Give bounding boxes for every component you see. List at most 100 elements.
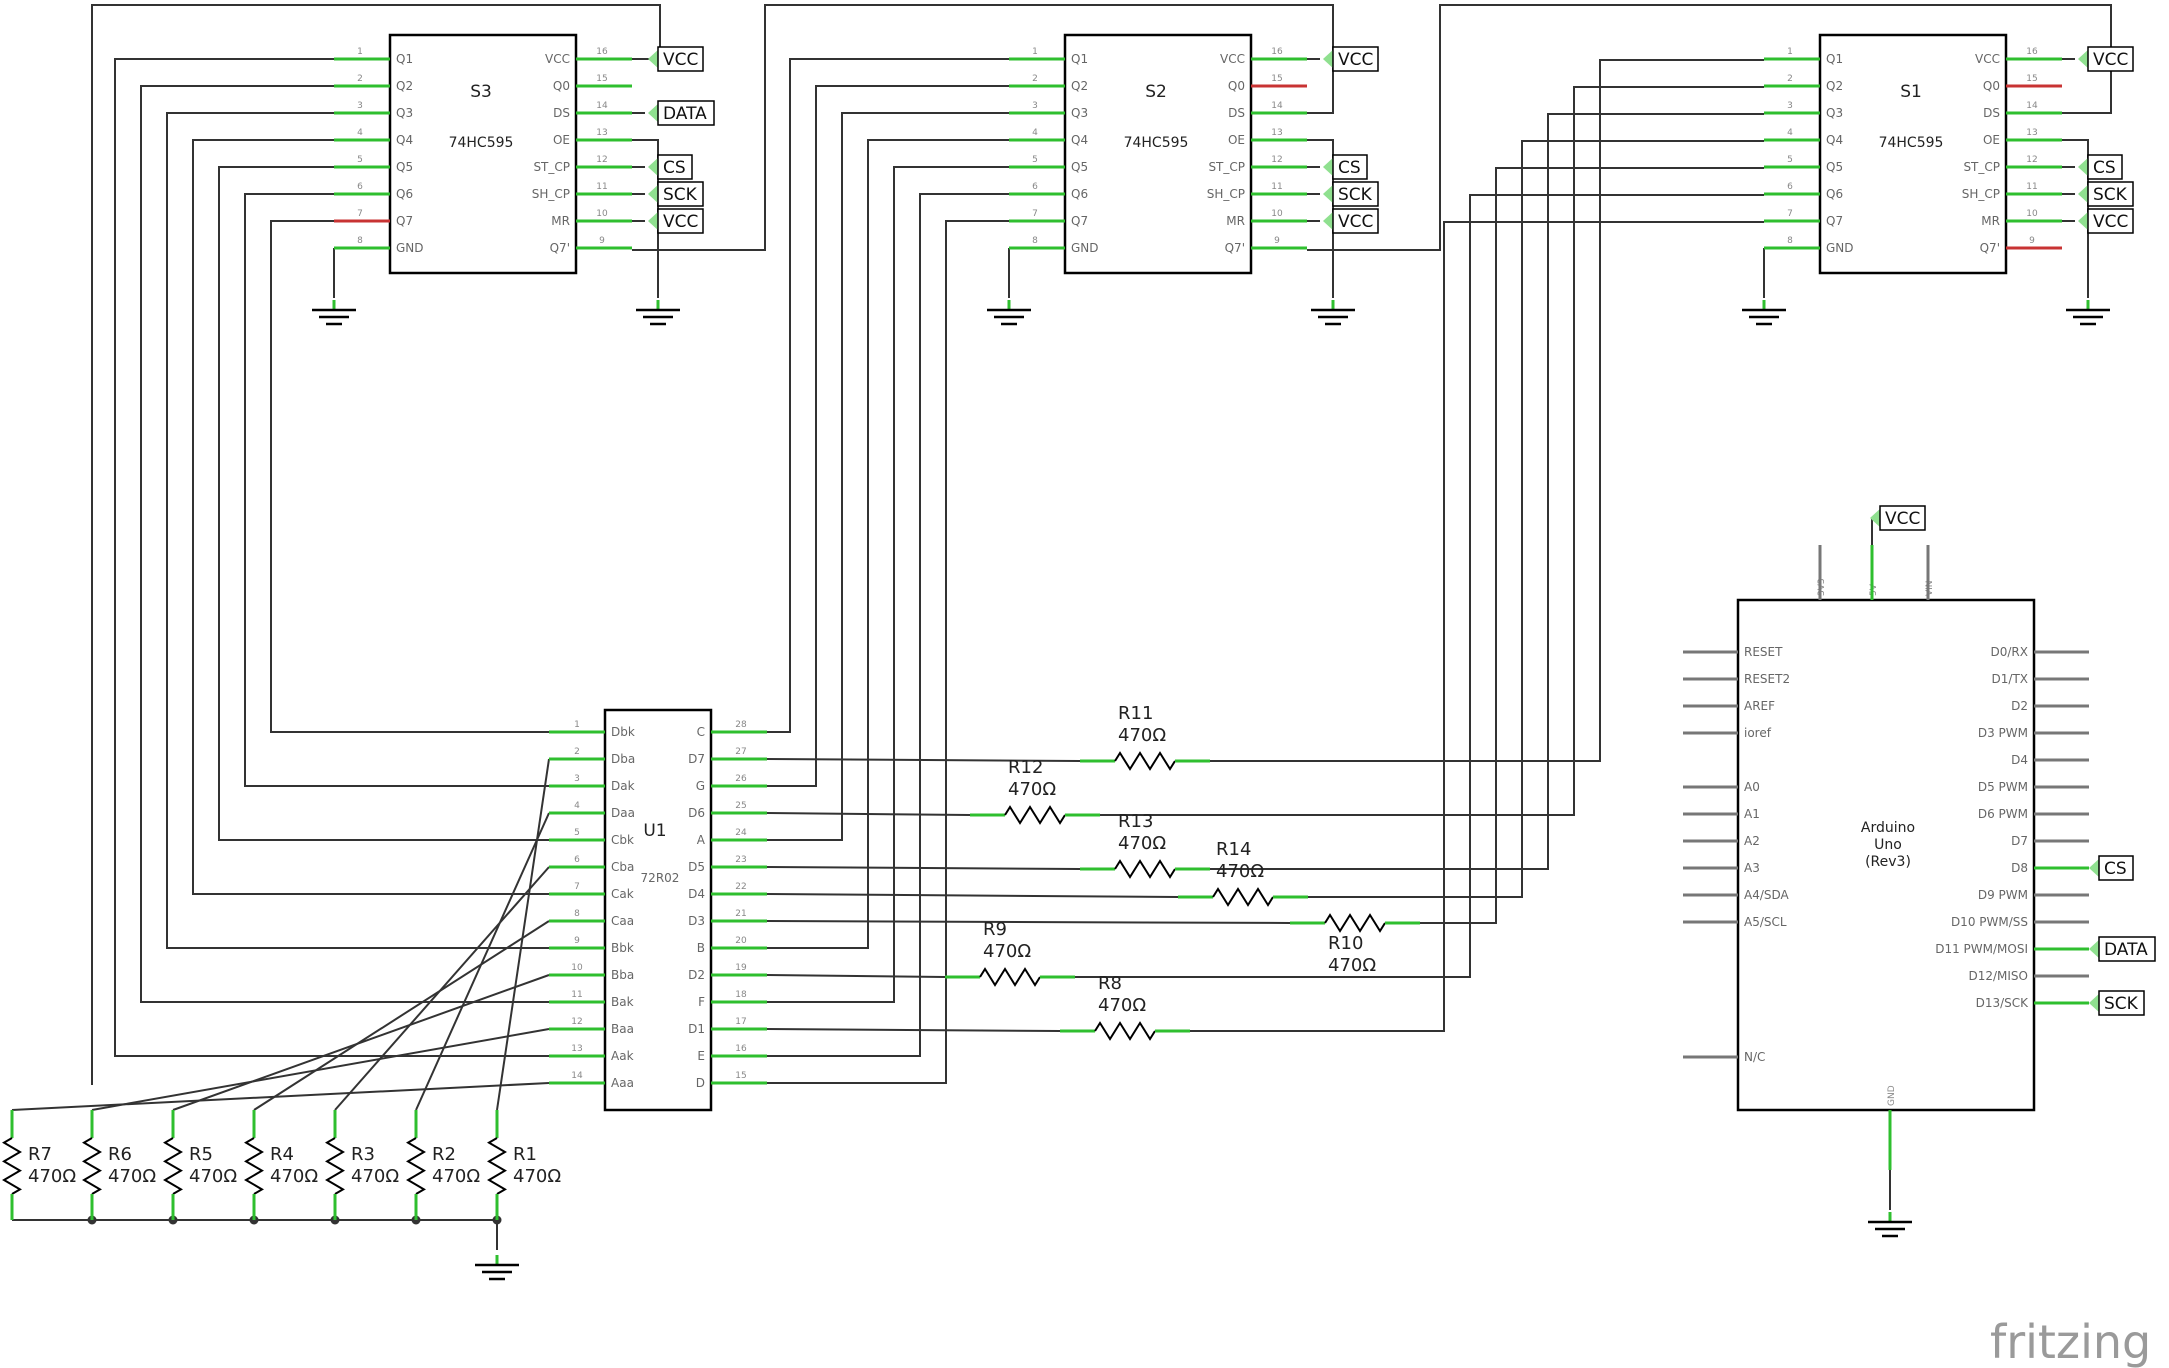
resistor-ref: R1: [513, 1144, 537, 1165]
pin-label: B: [697, 941, 705, 955]
chip-body: [388, 33, 578, 275]
pin-label: GND: [396, 241, 424, 255]
pin-number: 19: [735, 963, 747, 973]
pin-number: 16: [1271, 47, 1283, 57]
pin-number: 15: [735, 1071, 746, 1081]
pin-label: Dba: [611, 752, 635, 766]
net-label-text: DATA: [663, 104, 707, 124]
ground-symbol: [987, 300, 1031, 326]
pin-label: GND: [1887, 1085, 1897, 1106]
wire-digit-to-s1: [1210, 59, 1764, 762]
pin-number: 7: [357, 209, 363, 219]
pin-number: 16: [2026, 47, 2038, 57]
pin-number: 28: [735, 720, 747, 730]
net-label-cs: CS: [1323, 154, 1368, 180]
net-label-vcc: VCC: [1323, 208, 1379, 234]
chip-model: 74HC595: [1879, 135, 1944, 151]
pin-number: 4: [1787, 128, 1793, 138]
pin-label: D6 PWM: [1978, 807, 2028, 821]
pin-label: D8: [2011, 861, 2028, 875]
wire-s3-to-display: [244, 193, 549, 787]
pin-label: D7: [688, 752, 705, 766]
wire-digit-to-s1: [1420, 167, 1764, 924]
pin-label: Q3: [1826, 106, 1843, 120]
pin-label: Aaa: [611, 1076, 634, 1090]
chip-ref: U1: [643, 821, 666, 841]
pin-label: RESET: [1744, 645, 1783, 659]
resistor-value: 470Ω: [1098, 995, 1146, 1016]
resistor-ref: R4: [270, 1144, 294, 1165]
net-label-vcc: VCC: [1323, 46, 1379, 72]
wire-segment: [767, 166, 1009, 1003]
pin-number: 13: [2026, 128, 2037, 138]
pin-label: Q6: [1071, 187, 1088, 201]
pin-label: ioref: [1744, 726, 1772, 740]
pin-label: MR: [1981, 214, 2000, 228]
chip-ref: S1: [1900, 82, 1922, 102]
resistor-value: 470Ω: [108, 1166, 156, 1187]
net-label-text: VCC: [1338, 212, 1373, 232]
pin-number: 2: [1032, 74, 1038, 84]
net-label-text: SCK: [1338, 185, 1373, 205]
resistor-r4: R4470Ω: [249, 1144, 318, 1225]
pin-number: 9: [1274, 236, 1280, 246]
pin-label: D5: [688, 860, 705, 874]
net-label-vcc: VCC: [2078, 46, 2134, 72]
pin-label: Bba: [611, 968, 634, 982]
pin-label: SH_CP: [1207, 187, 1245, 201]
pin-label: Q1: [1071, 52, 1088, 66]
pin-label: Cba: [611, 860, 634, 874]
pin-label: A1: [1744, 807, 1760, 821]
net-label-text: SCK: [663, 185, 698, 205]
pin-number: 3: [574, 774, 580, 784]
pin-number: 3: [357, 101, 363, 111]
resistor-ref: R14: [1216, 839, 1251, 860]
pin-label: SH_CP: [1962, 187, 2000, 201]
resistor-value: 470Ω: [351, 1166, 399, 1187]
resistor-r2: R2470Ω: [411, 1144, 480, 1225]
shift-register-s3: S3 74HC595 1 Q1 2 Q2 3 Q3 4 Q4 5 Q5 6 Q6 7 Q7 8 GND 16 VCC 1…: [357, 33, 608, 275]
resistor-r6: R6470Ω: [87, 1144, 156, 1225]
resistor-ref: R3: [351, 1144, 375, 1165]
pin-number: 16: [735, 1044, 747, 1054]
pin-label: Q3: [396, 106, 413, 120]
wire-digit: [766, 974, 946, 978]
pin-number: 4: [357, 128, 363, 138]
pin-label: F: [698, 995, 705, 1009]
net-label-text: VCC: [2093, 212, 2128, 232]
pin-number: 15: [596, 74, 607, 84]
net-label-text: VCC: [663, 50, 698, 70]
pin-number: 10: [596, 209, 608, 219]
resistor-body: [1324, 913, 1386, 933]
pin-number: 6: [1032, 182, 1038, 192]
pin-label: Q0: [1983, 79, 2000, 93]
wire-display-diag: [496, 758, 550, 1111]
net-label-sck: SCK: [2089, 990, 2145, 1016]
pin-label: D1/TX: [1992, 672, 2028, 686]
pin-number: 22: [735, 882, 746, 892]
pin-number: 1: [357, 47, 363, 57]
resistor-r11: R11470Ω: [1118, 703, 1166, 746]
pin-label: DS: [1228, 106, 1245, 120]
pin-number: 14: [596, 101, 608, 111]
ground-symbol: [1311, 300, 1355, 326]
pin-number: 11: [2026, 182, 2037, 192]
pin-number: 5: [1787, 155, 1793, 165]
pin-label: A3: [1744, 861, 1760, 875]
net-label-vcc: VCC: [2078, 208, 2134, 234]
pin-number: 18: [735, 990, 747, 1000]
resistor-r14: R14470Ω: [1216, 839, 1264, 882]
resistor-ref: R12: [1008, 757, 1043, 778]
pin-number: 27: [735, 747, 746, 757]
pin-label: MR: [551, 214, 570, 228]
wire-segment: [767, 220, 1009, 1084]
pin-number: 10: [2026, 209, 2038, 219]
pin-number: 24: [735, 828, 747, 838]
ground-symbol: [312, 300, 356, 326]
pin-label: Q6: [396, 187, 413, 201]
chip-body: [1063, 33, 1253, 275]
pin-label: Q1: [1826, 52, 1843, 66]
pin-label: Q7': [550, 241, 570, 255]
resistor-body: [325, 1137, 345, 1195]
pin-number: 1: [1787, 47, 1793, 57]
